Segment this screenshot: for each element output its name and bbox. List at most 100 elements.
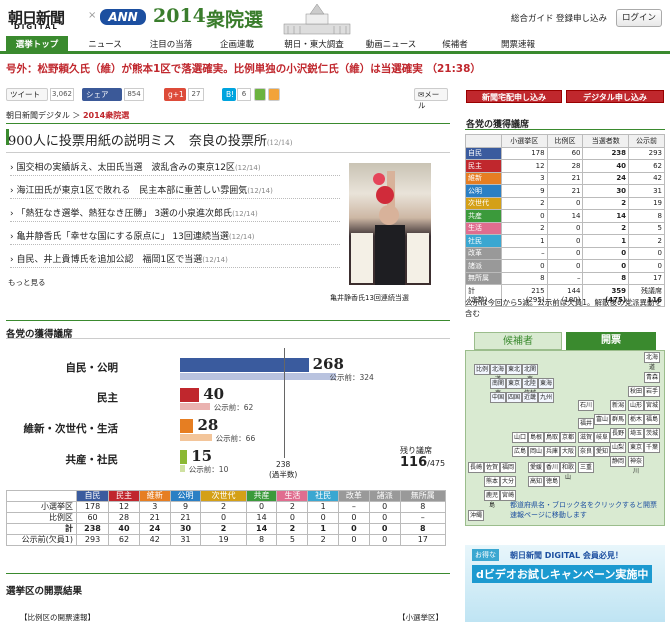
breadcrumb-site-link[interactable]: 朝日新聞デジタル bbox=[6, 111, 70, 120]
prefecture-link[interactable]: 兵庫 bbox=[544, 446, 560, 457]
nav-register-link[interactable]: 登録申し込み bbox=[556, 12, 607, 24]
prefecture-link[interactable]: 神奈川 bbox=[628, 456, 644, 475]
prefecture-link[interactable]: 山形 bbox=[628, 400, 644, 411]
menu-item-top[interactable]: 選挙トップ bbox=[6, 36, 68, 54]
prefecture-link[interactable]: 沖縄 bbox=[468, 510, 484, 521]
party-row: 民主 12 28 40 62 bbox=[465, 159, 665, 173]
prefecture-link[interactable]: 福島 bbox=[644, 414, 660, 425]
tweet-button[interactable]: ツイート bbox=[6, 88, 48, 101]
prefecture-link[interactable]: 大分 bbox=[500, 476, 516, 487]
pr-block-link[interactable]: 近畿 bbox=[522, 392, 538, 403]
pr-results-link[interactable]: 【比例区の開票速報】 bbox=[20, 612, 95, 623]
prefecture-link[interactable]: 高知 bbox=[528, 476, 544, 487]
smd-results-link[interactable]: 【小選挙区】 bbox=[398, 612, 443, 623]
tab-results[interactable]: 開票 bbox=[566, 332, 656, 350]
nav-guide-link[interactable]: 総合ガイド bbox=[511, 12, 554, 24]
menu-item-survey[interactable]: 朝日・東大調査 bbox=[272, 36, 356, 54]
prefecture-link[interactable]: 東京 bbox=[628, 442, 644, 453]
pr-block-link[interactable]: 東北 bbox=[506, 364, 522, 375]
prefecture-link[interactable]: 宮城 bbox=[644, 400, 660, 411]
news-date: (12/14) bbox=[247, 187, 273, 195]
menu-item-series[interactable]: 企画連載 bbox=[206, 36, 268, 54]
ann-logo[interactable]: ANN bbox=[100, 9, 146, 25]
news-item[interactable]: › 海江田氏が東京1区で敗れる 民主本部に重苦しい雰囲気(12/14) bbox=[10, 183, 273, 196]
prefecture-link[interactable]: 埼玉 bbox=[628, 428, 644, 439]
prefecture-link[interactable]: 京都 bbox=[560, 432, 576, 443]
line-share-icon[interactable] bbox=[254, 88, 266, 101]
prefecture-link[interactable]: 岐阜 bbox=[594, 432, 610, 443]
prefecture-link[interactable]: 秋田 bbox=[628, 386, 644, 397]
prefecture-link[interactable]: 長野 bbox=[610, 428, 626, 439]
prefecture-link[interactable]: 愛知 bbox=[594, 446, 610, 457]
kamei-photo[interactable] bbox=[349, 163, 431, 285]
tab-candidates[interactable]: 候補者 bbox=[474, 332, 562, 350]
prefecture-link[interactable]: 奈良 bbox=[578, 446, 594, 457]
prefecture-link[interactable]: 静岡 bbox=[610, 456, 626, 467]
mixi-share-icon[interactable] bbox=[268, 88, 280, 101]
prefecture-link[interactable]: 長崎 bbox=[468, 462, 484, 473]
diet-building-icon bbox=[283, 3, 351, 35]
lead-headline[interactable]: 900人に投票用紙の説明ミス 奈良の投票所(12/14) bbox=[8, 130, 292, 149]
menu-item-results[interactable]: 開票速報 bbox=[490, 36, 546, 54]
pr-block-link[interactable]: 四国 bbox=[506, 392, 522, 403]
menu-item-video[interactable]: 動画ニュース bbox=[356, 36, 426, 54]
prefecture-link[interactable]: 群馬 bbox=[610, 414, 626, 425]
news-item[interactable]: › 「熱狂なき選挙、熱狂なき圧勝」 3選の小泉進次郎氏(12/14) bbox=[10, 206, 258, 219]
prefecture-link[interactable]: 大阪 bbox=[560, 446, 576, 457]
menu-item-news[interactable]: ニュース bbox=[76, 36, 134, 54]
menu-item-candidates[interactable]: 候補者 bbox=[430, 36, 480, 54]
prefecture-link[interactable]: 三重 bbox=[578, 462, 594, 473]
pr-block-link[interactable]: 北海道 bbox=[490, 364, 506, 383]
prefecture-link[interactable]: 千葉 bbox=[644, 442, 660, 453]
seat-value: 40 bbox=[203, 385, 225, 403]
prefecture-link[interactable]: 熊本 bbox=[484, 476, 500, 487]
prefecture-link[interactable]: 香川 bbox=[544, 462, 560, 473]
pr-block-link[interactable]: 東京 bbox=[506, 378, 522, 389]
news-item[interactable]: › 亀井静香氏「幸せな国にする原点に」 13回連続当選(12/14) bbox=[10, 229, 255, 242]
prefecture-link[interactable]: 鳥取 bbox=[544, 432, 560, 443]
prefecture-link[interactable]: 石川 bbox=[578, 400, 594, 411]
mail-button[interactable]: ✉メール bbox=[414, 88, 448, 110]
prefecture-link[interactable]: 佐賀 bbox=[484, 462, 500, 473]
news-item[interactable]: › 自民、井上貴博氏を追加公認 福岡1区で当選(12/14) bbox=[10, 252, 228, 265]
prefecture-link[interactable]: 福井 bbox=[578, 418, 594, 429]
pr-block-link[interactable]: 北関東 bbox=[522, 364, 538, 383]
login-button[interactable]: ログイン bbox=[616, 9, 662, 27]
pr-block-link[interactable]: 中国 bbox=[490, 392, 506, 403]
prefecture-link[interactable]: 広島 bbox=[512, 446, 528, 457]
pr-block-link[interactable]: 比例 bbox=[474, 364, 490, 375]
pr-block-link[interactable]: 九州 bbox=[538, 392, 554, 403]
newspaper-order-button[interactable]: 新聞宅配申し込み bbox=[466, 90, 562, 103]
prefecture-link[interactable]: 茨城 bbox=[644, 428, 660, 439]
breaking-news[interactable]: 号外：松野頼久氏（維）が熊本1区で落選確実。比例単独の小沢鋭仁氏（維）は当選確実… bbox=[6, 61, 486, 76]
pr-block-link[interactable]: 北陸信越 bbox=[522, 378, 538, 397]
more-news-link[interactable]: もっと見る bbox=[8, 277, 46, 288]
prefecture-link[interactable]: 富山 bbox=[594, 414, 610, 425]
prefecture-link[interactable]: 鹿児島 bbox=[484, 490, 500, 509]
prefecture-link[interactable]: 青森 bbox=[644, 372, 660, 383]
prefecture-link[interactable]: 山口 bbox=[512, 432, 528, 443]
prefecture-link[interactable]: 栃木 bbox=[628, 414, 644, 425]
pr-block-link[interactable]: 東海 bbox=[538, 378, 554, 389]
seat-cell: – bbox=[501, 246, 548, 260]
prefecture-link[interactable]: 新潟 bbox=[610, 400, 626, 411]
news-item[interactable]: › 国交相の実績訴え、太田氏当選 波乱含みの東京12区(12/14) bbox=[10, 160, 261, 173]
prefecture-link[interactable]: 滋賀 bbox=[578, 432, 594, 443]
table-cell: 0 bbox=[368, 512, 401, 524]
menu-item-notable[interactable]: 注目の当落 bbox=[140, 36, 202, 54]
prefecture-link[interactable]: 北海道 bbox=[644, 352, 660, 371]
gplus-button[interactable]: g+1 bbox=[164, 88, 186, 101]
prefecture-link[interactable]: 山梨 bbox=[610, 442, 626, 453]
prefecture-link[interactable]: 岡山 bbox=[528, 446, 544, 457]
facebook-share-button[interactable]: シェア bbox=[82, 88, 122, 101]
pr-block-link[interactable]: 南関東 bbox=[490, 378, 506, 397]
prefecture-link[interactable]: 徳島 bbox=[544, 476, 560, 487]
prefecture-link[interactable]: 和歌山 bbox=[560, 462, 576, 481]
prefecture-link[interactable]: 岩手 bbox=[644, 386, 660, 397]
hatena-button[interactable]: B! bbox=[222, 88, 236, 101]
prefecture-link[interactable]: 愛媛 bbox=[528, 462, 544, 473]
hatena-count: 6 bbox=[237, 88, 251, 101]
prefecture-link[interactable]: 福岡 bbox=[500, 462, 516, 473]
prefecture-link[interactable]: 島根 bbox=[528, 432, 544, 443]
digital-order-button[interactable]: デジタル申し込み bbox=[566, 90, 664, 103]
